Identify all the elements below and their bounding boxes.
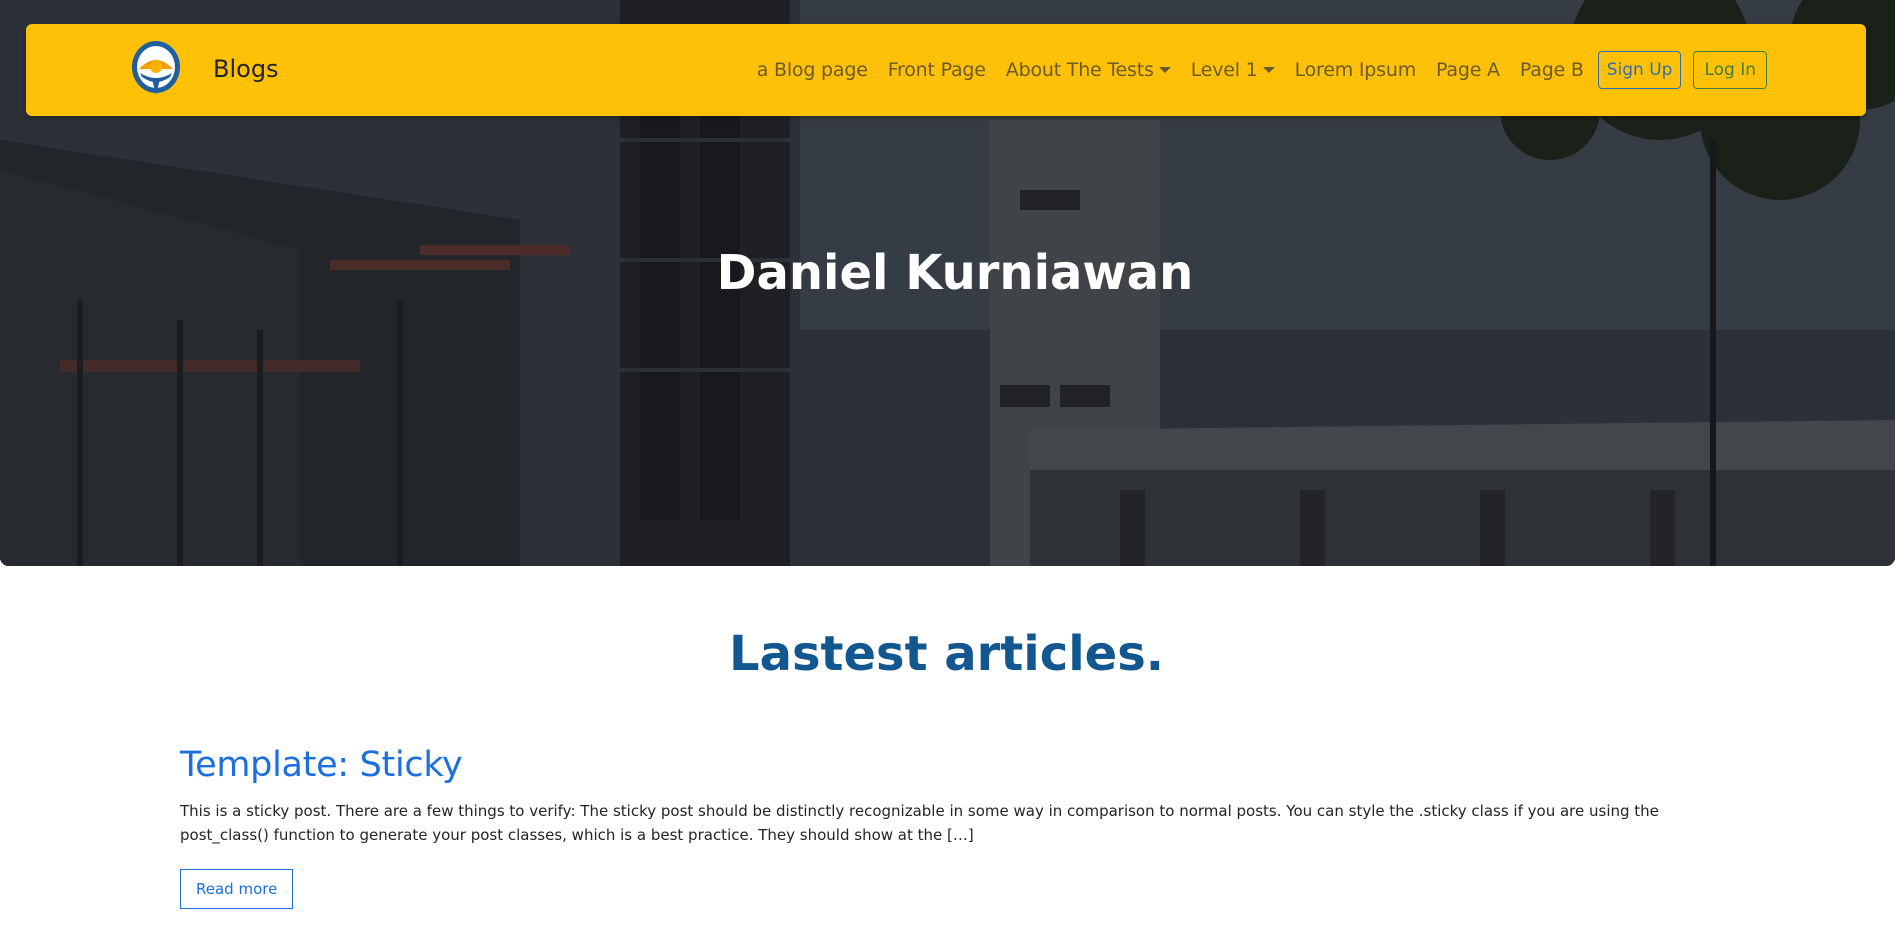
nav-links: a Blog page Front Page About The Tests L… [747,48,1767,92]
post-card: Template: Sticky This is a sticky post. … [180,745,1720,909]
section-title: Lastest articles. [729,626,1164,682]
page: Daniel Kurniawan Blogs a Blog page Front… [0,0,1897,946]
brand-name[interactable]: Blogs [213,55,279,83]
nav-link-lorem-ipsum[interactable]: Lorem Ipsum [1285,59,1426,81]
nav-dropdown-about-the-tests[interactable]: About The Tests [996,59,1181,81]
nav-dropdown-about-label: About The Tests [1005,59,1154,81]
post-title-link[interactable]: Template: Sticky [180,745,1720,785]
sign-up-button[interactable]: Sign Up [1597,51,1682,89]
read-more-button[interactable]: Read more [180,869,294,909]
nav-link-page-a[interactable]: Page A [1426,59,1510,81]
nav-link-page-b[interactable]: Page B [1510,59,1594,81]
nav-link-blog-page[interactable]: a Blog page [747,59,878,81]
nav-link-front-page[interactable]: Front Page [878,59,996,81]
post-excerpt: This is a sticky post. There are a few t… [180,802,1659,844]
top-navbar: Blogs a Blog page Front Page About The T… [26,24,1866,116]
nav-dropdown-level-label: Level 1 [1190,59,1258,81]
university-logo-icon[interactable] [130,39,182,99]
hero-title: Daniel Kurniawan [716,245,1194,301]
caret-down-icon [1158,67,1171,73]
nav-dropdown-level-1[interactable]: Level 1 [1181,59,1285,81]
log-in-button[interactable]: Log In [1693,51,1767,89]
caret-down-icon [1262,67,1275,73]
